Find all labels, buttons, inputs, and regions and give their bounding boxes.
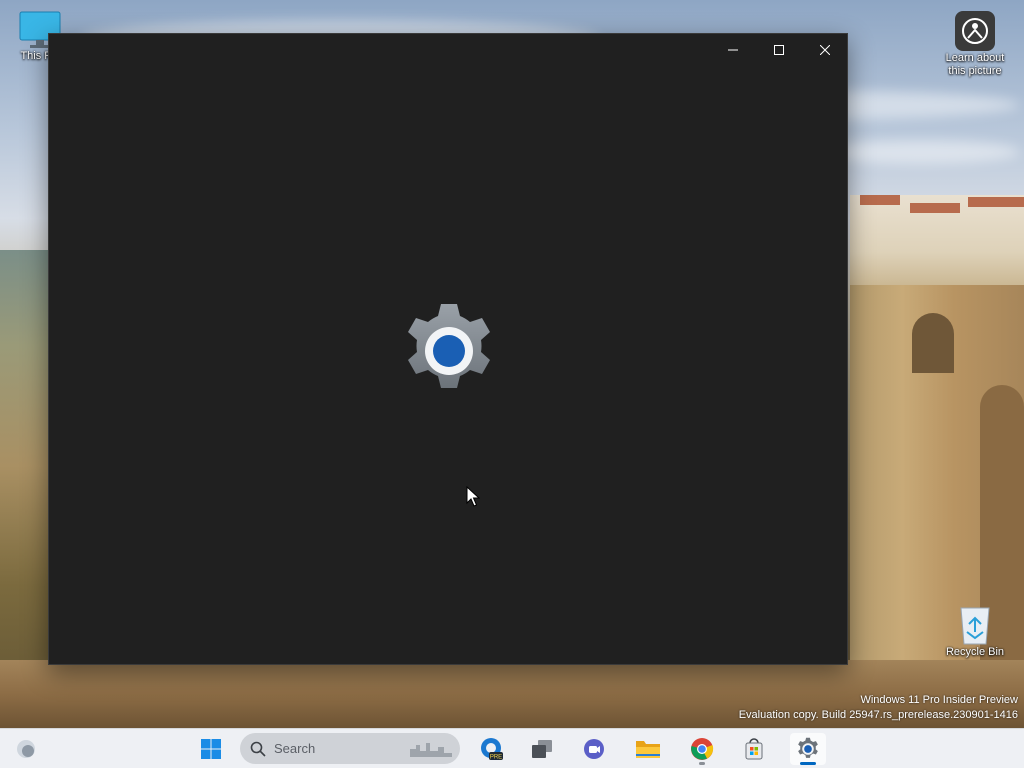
town-buildings: [850, 195, 1024, 290]
minimize-button[interactable]: [710, 34, 756, 66]
active-indicator: [800, 762, 816, 765]
desktop-icon-label: Learn about this picture: [945, 52, 1005, 77]
store-button[interactable]: [738, 733, 770, 765]
edge-preview-icon: PRE: [481, 738, 503, 761]
weather-widget-button[interactable]: [10, 733, 42, 765]
chrome-button[interactable]: [686, 733, 718, 765]
recycle-bin-icon: [960, 607, 990, 645]
file-explorer-button[interactable]: [632, 733, 664, 765]
search-placeholder: Search: [274, 741, 316, 756]
desktop-icon-learn-about-picture[interactable]: Learn about this picture: [940, 10, 1010, 78]
task-view-icon: [532, 740, 552, 758]
watermark-edition: Windows 11 Pro Insider Preview: [860, 694, 1018, 706]
desktop-icon-label: Recycle Bin: [945, 646, 1005, 658]
maximize-button[interactable]: [756, 34, 802, 66]
settings-icon: [798, 737, 818, 758]
mouse-cursor-icon: [466, 486, 480, 507]
store-icon: [745, 738, 763, 760]
search-icon: [250, 741, 266, 757]
running-indicator: [699, 762, 705, 765]
start-button[interactable]: [195, 733, 227, 765]
edge-preview-badge: PRE: [490, 755, 502, 761]
weather-icon: [17, 740, 35, 758]
close-button[interactable]: [802, 34, 848, 66]
task-view-button[interactable]: [526, 733, 558, 765]
settings-gear-icon: [408, 304, 490, 388]
evaluation-watermark: Windows 11 Pro Insider Preview Evaluatio…: [739, 693, 1018, 723]
teams-button[interactable]: [578, 733, 610, 765]
start-icon: [201, 739, 221, 759]
chrome-icon: [691, 738, 714, 760]
desktop-icon-recycle-bin[interactable]: Recycle Bin: [940, 602, 1010, 659]
taskbar-search-box[interactable]: Search: [240, 733, 460, 764]
settings-window[interactable]: [48, 33, 848, 665]
settings-taskbar-button[interactable]: [790, 733, 826, 765]
search-highlight-icon: [410, 743, 452, 757]
maximize-icon: [774, 45, 784, 55]
learn-picture-icon: [955, 11, 995, 51]
teams-icon: [584, 739, 604, 759]
minimize-icon: [728, 49, 738, 51]
file-explorer-icon: [636, 741, 660, 758]
edge-preview-button[interactable]: PRE: [475, 733, 507, 765]
close-icon: [820, 45, 830, 55]
taskbar: Search PRE: [0, 728, 1024, 768]
watermark-build: Evaluation copy. Build 25947.rs_prerelea…: [738, 709, 1018, 721]
